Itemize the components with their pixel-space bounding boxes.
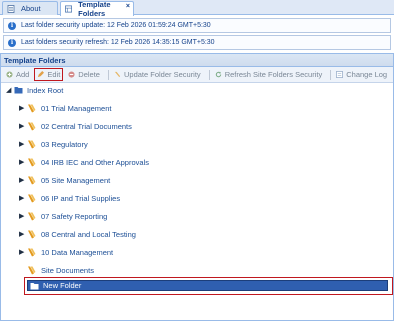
tab-template-folders-label: Template Folders: [78, 0, 111, 18]
tree-item[interactable]: ▶ 01 Trial Management: [19, 101, 111, 115]
tree-root[interactable]: ◢ Index Root: [6, 83, 63, 97]
panel-title: Template Folders: [1, 54, 393, 67]
delete-button[interactable]: Delete: [66, 69, 102, 80]
tree-item-label: 02 Central Trial Documents: [41, 121, 132, 131]
secured-folder-icon: [28, 248, 36, 256]
key-icon: [114, 71, 121, 78]
toolbar: Add Edit Delete Update Folder Security R…: [1, 67, 393, 83]
expand-arrow-icon[interactable]: ▶: [19, 158, 27, 166]
refresh-site-folders-security-label: Refresh Site Folders Security: [224, 70, 323, 79]
expand-arrow-icon[interactable]: ▶: [19, 104, 27, 112]
secured-folder-icon: [28, 158, 36, 166]
edit-label: Edit: [47, 70, 61, 79]
tree-item-label: 03 Regulatory: [41, 139, 88, 149]
tree-item[interactable]: ▶ 05 Site Management: [19, 173, 110, 187]
secured-folder-icon: [28, 230, 36, 238]
log-icon: [336, 71, 344, 78]
tree-item[interactable]: ▶ 02 Central Trial Documents: [19, 119, 132, 133]
refresh-site-folders-security-button[interactable]: Refresh Site Folders Security: [213, 69, 325, 80]
expand-arrow-icon[interactable]: ▶: [19, 212, 27, 220]
tree-item-new-folder[interactable]: New Folder: [27, 280, 388, 291]
tree-item-label: 08 Central and Local Testing: [41, 229, 136, 239]
new-folder-label: New Folder: [43, 281, 82, 290]
tree-root-label: Index Root: [27, 85, 64, 95]
document-icon: [7, 4, 15, 13]
add-button[interactable]: Add: [4, 69, 31, 80]
folder-grid-icon: [65, 5, 73, 13]
tab-strip: About Template Folders ×: [0, 0, 394, 18]
edit-button[interactable]: Edit: [34, 68, 64, 81]
tree-item-site-documents[interactable]: Site Documents: [27, 263, 94, 277]
secured-folder-icon: [28, 266, 36, 274]
toolbar-separator: [107, 69, 109, 80]
expand-arrow-icon[interactable]: ▶: [19, 194, 27, 202]
expand-arrow-icon[interactable]: ▶: [19, 230, 27, 238]
delete-label: Delete: [78, 70, 100, 79]
folder-icon: [30, 282, 39, 289]
update-folder-security-label: Update Folder Security: [123, 70, 201, 79]
new-folder-highlight: New Folder: [24, 277, 393, 295]
secured-folder-icon: [28, 194, 36, 202]
tree-item-label: 07 Safety Reporting: [41, 211, 108, 221]
info-icon: i: [8, 21, 16, 30]
security-refresh-text: Last folders security refresh: 12 Feb 20…: [21, 39, 215, 46]
tree-item-label: 04 IRB IEC and Other Approvals: [41, 157, 149, 167]
security-refresh-info: i Last folders security refresh: 12 Feb …: [3, 35, 391, 50]
toolbar-separator: [208, 69, 210, 80]
change-log-button[interactable]: Change Log: [334, 69, 389, 80]
expand-arrow-icon[interactable]: ▶: [19, 122, 27, 130]
tree-item[interactable]: ▶ 03 Regulatory: [19, 137, 88, 151]
security-update-text: Last folder security update: 12 Feb 2026…: [21, 22, 211, 29]
secured-folder-icon: [28, 122, 36, 130]
tab-about-label: About: [21, 4, 41, 13]
expand-arrow-icon[interactable]: ▶: [19, 248, 27, 256]
add-icon: [6, 71, 13, 78]
security-update-info: i Last folder security update: 12 Feb 20…: [3, 18, 391, 33]
tree-item-label: Site Documents: [41, 265, 94, 275]
tree-item[interactable]: ▶ 08 Central and Local Testing: [19, 227, 136, 241]
update-folder-security-button[interactable]: Update Folder Security: [112, 69, 203, 80]
secured-folder-icon: [28, 140, 36, 148]
tree-item[interactable]: ▶ 07 Safety Reporting: [19, 209, 107, 223]
secured-folder-icon: [28, 176, 36, 184]
folder-open-icon: [14, 87, 23, 94]
tree-item[interactable]: ▶ 04 IRB IEC and Other Approvals: [19, 155, 149, 169]
delete-icon: [68, 71, 75, 78]
tree-item-label: 06 IP and Trial Supplies: [41, 193, 121, 203]
refresh-icon: [215, 71, 221, 78]
expand-arrow-icon[interactable]: ▶: [19, 140, 27, 148]
expand-arrow-icon[interactable]: ▶: [19, 176, 27, 184]
add-label: Add: [16, 70, 30, 79]
pencil-icon: [38, 71, 45, 78]
tab-about[interactable]: About: [2, 1, 58, 15]
change-log-label: Change Log: [346, 70, 388, 79]
tab-template-folders[interactable]: Template Folders ×: [60, 0, 134, 18]
toolbar-separator: [330, 69, 332, 80]
tree-item[interactable]: ▶ 10 Data Management: [19, 245, 113, 259]
info-icon: i: [8, 38, 16, 47]
tree-item-label: 05 Site Management: [41, 175, 111, 185]
close-icon[interactable]: ×: [126, 3, 130, 10]
tree-item[interactable]: ▶ 06 IP and Trial Supplies: [19, 191, 120, 205]
collapse-arrow-icon[interactable]: ◢: [6, 86, 14, 94]
tree-item-label: 01 Trial Management: [41, 103, 112, 113]
secured-folder-icon: [28, 212, 36, 220]
secured-folder-icon: [28, 104, 36, 112]
tree-item-label: 10 Data Management: [41, 247, 114, 257]
